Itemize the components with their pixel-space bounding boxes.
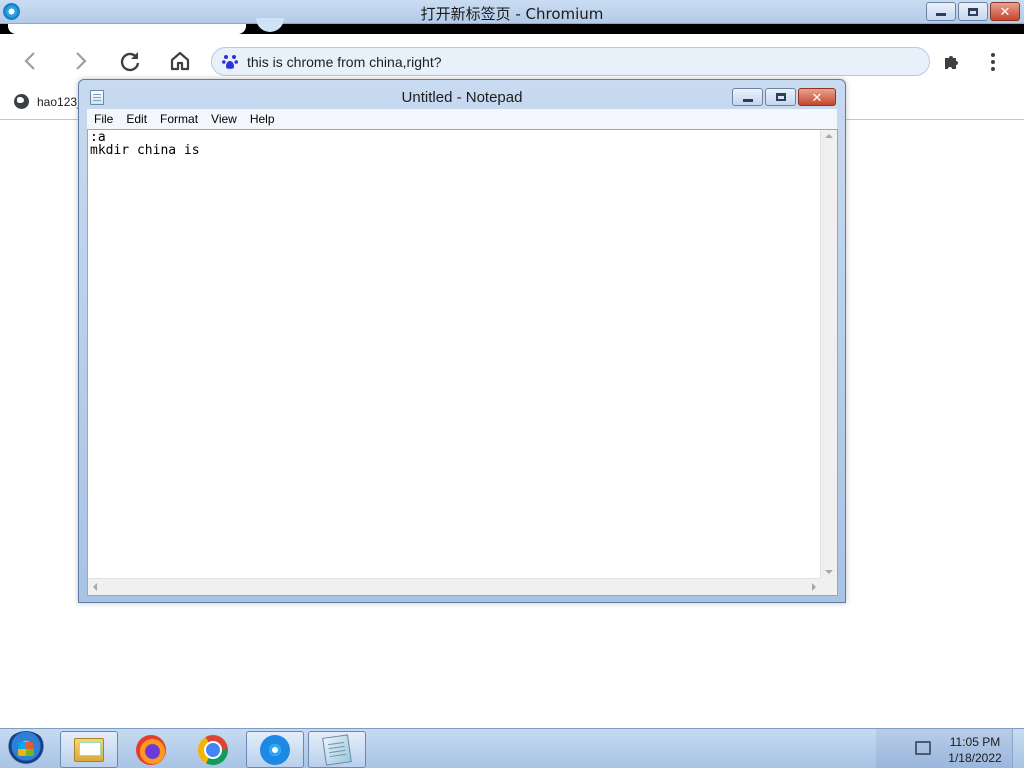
chromium-icon <box>260 734 290 765</box>
chromium-titlebar: 打开新标签页 - Chromium ✕ <box>0 0 1024 24</box>
baidu-paw-icon <box>222 55 238 69</box>
extensions-button[interactable] <box>938 49 966 75</box>
notepad-content[interactable]: :a mkdir china is <box>90 131 200 157</box>
system-tray: 11:05 PM 1/18/2022 <box>876 729 1024 768</box>
restore-icon <box>968 7 978 16</box>
close-icon: ✕ <box>999 4 1011 19</box>
chromium-minimize-button[interactable] <box>926 2 956 21</box>
menu-format[interactable]: Format <box>160 112 198 126</box>
tray-clock[interactable]: 11:05 PM 1/18/2022 <box>940 734 1010 766</box>
scroll-right-icon[interactable] <box>812 583 816 591</box>
back-arrow-icon <box>24 52 35 70</box>
kebab-menu-icon <box>991 53 995 71</box>
explorer-icon <box>74 737 104 762</box>
notepad-icon <box>322 733 352 766</box>
puzzle-piece-icon <box>945 56 958 69</box>
reload-button[interactable] <box>113 46 147 76</box>
chromium-restore-button[interactable] <box>958 2 988 21</box>
notepad-menubar: File Edit Format View Help <box>87 109 837 129</box>
menu-view[interactable]: View <box>211 112 237 126</box>
notepad-minimize-button[interactable] <box>732 88 763 106</box>
address-bar-text: this is chrome from china,right? <box>247 54 442 70</box>
notepad-window: Untitled - Notepad ✕ File Edit Format Vi… <box>78 79 846 603</box>
chromium-window-title: 打开新标签页 - Chromium <box>420 5 604 23</box>
menu-edit[interactable]: Edit <box>126 112 147 126</box>
minimize-icon <box>742 98 753 102</box>
menu-help[interactable]: Help <box>250 112 275 126</box>
home-button[interactable] <box>163 46 197 76</box>
firefox-icon <box>136 734 166 765</box>
bookmark-hao123[interactable]: hao123_ <box>14 94 84 109</box>
taskbar-firefox[interactable] <box>122 731 180 768</box>
globe-icon <box>14 94 29 109</box>
bookmark-label: hao123_ <box>37 94 84 109</box>
clock-date: 1/18/2022 <box>948 751 1002 765</box>
show-desktop-button[interactable] <box>1012 729 1024 768</box>
notepad-window-title: Untitled - Notepad <box>401 89 523 106</box>
horizontal-scrollbar[interactable] <box>88 578 821 595</box>
taskbar-notepad[interactable] <box>308 731 366 768</box>
forward-button[interactable] <box>64 46 98 76</box>
menu-file[interactable]: File <box>94 112 113 126</box>
back-button[interactable] <box>13 46 47 76</box>
close-icon: ✕ <box>811 89 823 105</box>
notepad-titlebar[interactable]: Untitled - Notepad ✕ <box>79 80 845 110</box>
notepad-caption-buttons: ✕ <box>732 88 836 106</box>
address-bar[interactable]: this is chrome from china,right? <box>211 47 930 76</box>
taskbar-explorer[interactable] <box>60 731 118 768</box>
tab-new-tab[interactable] <box>8 24 246 34</box>
notepad-close-button[interactable]: ✕ <box>798 88 836 106</box>
start-button[interactable] <box>5 731 47 768</box>
taskbar-chrome[interactable] <box>184 731 242 768</box>
taskbar: 11:05 PM 1/18/2022 <box>0 728 1024 768</box>
taskbar-chromium[interactable] <box>246 731 304 768</box>
scroll-up-icon[interactable] <box>825 134 833 138</box>
home-icon <box>170 51 190 71</box>
notepad-text-area[interactable]: :a mkdir china is <box>87 129 838 596</box>
chromium-caption-buttons: ✕ <box>926 2 1020 21</box>
clock-time: 11:05 PM <box>949 735 1001 749</box>
minimize-icon <box>936 13 946 16</box>
vertical-scrollbar[interactable] <box>820 130 837 579</box>
maximize-icon <box>775 93 786 101</box>
network-icon[interactable] <box>915 741 931 755</box>
reload-icon <box>120 52 140 72</box>
forward-arrow-icon <box>76 52 87 70</box>
scroll-down-icon[interactable] <box>825 570 833 574</box>
browser-menu-button[interactable] <box>980 49 1006 75</box>
scrollbar-corner <box>820 578 837 595</box>
scroll-left-icon[interactable] <box>93 583 97 591</box>
notepad-maximize-button[interactable] <box>765 88 796 106</box>
chromium-close-button[interactable]: ✕ <box>990 2 1020 21</box>
chrome-icon <box>198 734 228 765</box>
